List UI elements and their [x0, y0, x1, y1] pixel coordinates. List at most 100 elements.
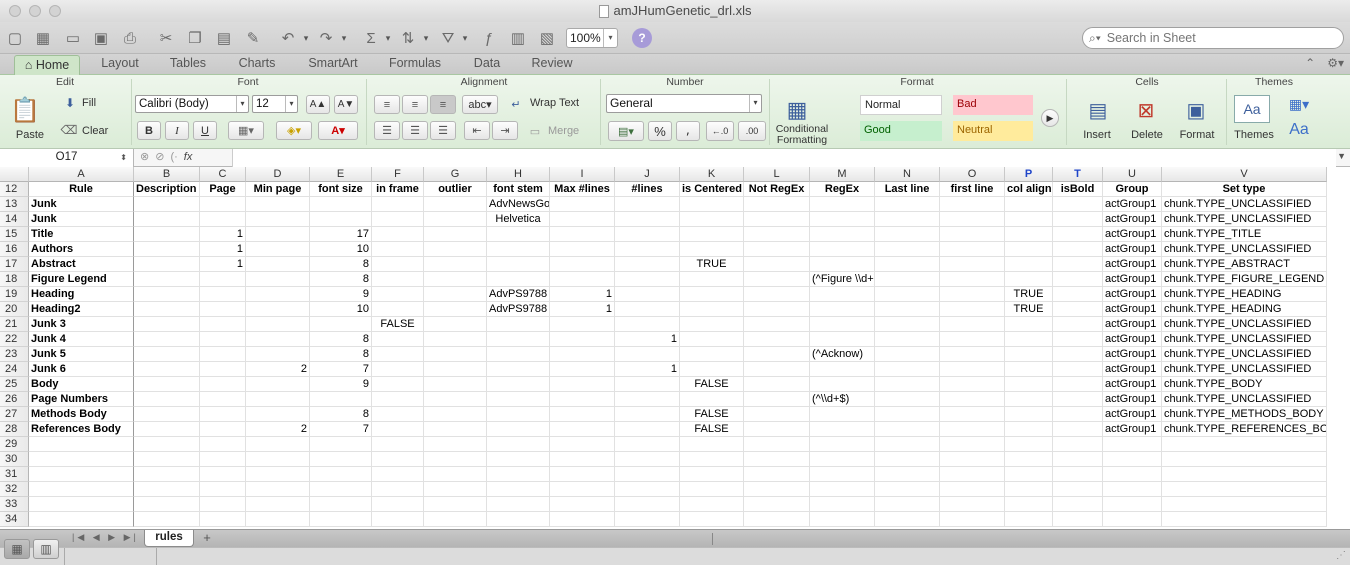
- table-cell[interactable]: [487, 317, 550, 332]
- table-cell[interactable]: [200, 302, 246, 317]
- table-cell[interactable]: [1005, 497, 1053, 512]
- table-cell[interactable]: FALSE: [680, 377, 744, 392]
- table-cell[interactable]: Title: [29, 227, 134, 242]
- table-cell[interactable]: [810, 512, 875, 527]
- table-cell[interactable]: [1053, 257, 1103, 272]
- table-cell[interactable]: [1005, 377, 1053, 392]
- table-cell[interactable]: [1162, 437, 1327, 452]
- table-cell[interactable]: [310, 452, 372, 467]
- table-cell[interactable]: [424, 272, 487, 287]
- gallery-icon[interactable]: ▥: [507, 27, 529, 49]
- ribbon-settings-icon[interactable]: ⚙▾: [1327, 56, 1344, 70]
- table-cell[interactable]: [1162, 482, 1327, 497]
- resize-grip-icon[interactable]: ⋰: [1336, 550, 1346, 561]
- table-cell[interactable]: [1053, 497, 1103, 512]
- table-cell[interactable]: [744, 287, 810, 302]
- table-cell[interactable]: [875, 377, 940, 392]
- zoom-select[interactable]: 100% ▾: [566, 28, 618, 48]
- table-cell[interactable]: [372, 257, 424, 272]
- table-cell[interactable]: [615, 212, 680, 227]
- table-cell[interactable]: [550, 332, 615, 347]
- table-cell[interactable]: chunk.TYPE_TITLE: [1162, 227, 1327, 242]
- cut-icon[interactable]: ✂: [155, 27, 177, 49]
- insert-button[interactable]: Insert: [1074, 129, 1120, 141]
- table-cell[interactable]: [1005, 437, 1053, 452]
- table-cell[interactable]: (^Acknow): [810, 347, 875, 362]
- table-cell[interactable]: FALSE: [372, 317, 424, 332]
- table-cell[interactable]: [424, 437, 487, 452]
- table-cell[interactable]: [200, 197, 246, 212]
- table-cell[interactable]: (^Figure \\d+): [810, 272, 875, 287]
- table-cell[interactable]: chunk.TYPE_HEADING: [1162, 287, 1327, 302]
- table-cell[interactable]: [424, 497, 487, 512]
- row-header-16[interactable]: 16: [0, 242, 29, 257]
- table-cell[interactable]: [1053, 362, 1103, 377]
- table-cell[interactable]: 1: [615, 362, 680, 377]
- table-cell[interactable]: [200, 422, 246, 437]
- table-cell[interactable]: 9: [310, 287, 372, 302]
- table-cell[interactable]: [246, 227, 310, 242]
- table-cell[interactable]: [1103, 512, 1162, 527]
- table-cell[interactable]: [744, 422, 810, 437]
- table-cell[interactable]: [680, 317, 744, 332]
- table-cell[interactable]: [1053, 377, 1103, 392]
- table-cell[interactable]: [1053, 347, 1103, 362]
- table-cell[interactable]: 8: [310, 272, 372, 287]
- header-cell[interactable]: Description of: [134, 182, 200, 197]
- table-cell[interactable]: [246, 257, 310, 272]
- row-header-28[interactable]: 28: [0, 422, 29, 437]
- table-cell[interactable]: chunk.TYPE_ABSTRACT: [1162, 257, 1327, 272]
- table-cell[interactable]: 8: [310, 347, 372, 362]
- theme-colors-icon[interactable]: ▦▾: [1284, 95, 1314, 113]
- tab-layout[interactable]: Layout: [92, 54, 148, 75]
- select-all-corner[interactable]: [0, 167, 29, 182]
- table-cell[interactable]: [550, 437, 615, 452]
- table-cell[interactable]: [940, 242, 1005, 257]
- table-cell[interactable]: [810, 302, 875, 317]
- table-cell[interactable]: [200, 287, 246, 302]
- templates-icon[interactable]: ▦: [32, 27, 54, 49]
- table-cell[interactable]: [200, 347, 246, 362]
- horizontal-scrollbar-divider[interactable]: [712, 533, 713, 545]
- table-cell[interactable]: [744, 302, 810, 317]
- table-cell[interactable]: actGroup1: [1103, 302, 1162, 317]
- table-cell[interactable]: [875, 272, 940, 287]
- table-cell[interactable]: [550, 227, 615, 242]
- table-cell[interactable]: [940, 317, 1005, 332]
- table-cell[interactable]: [1053, 512, 1103, 527]
- table-cell[interactable]: [134, 287, 200, 302]
- table-cell[interactable]: [940, 437, 1005, 452]
- merge-button[interactable]: Merge: [548, 125, 594, 137]
- header-cell[interactable]: in frame: [372, 182, 424, 197]
- table-cell[interactable]: [310, 482, 372, 497]
- table-cell[interactable]: [680, 212, 744, 227]
- table-cell[interactable]: [550, 212, 615, 227]
- table-cell[interactable]: Body: [29, 377, 134, 392]
- column-header-K[interactable]: K: [680, 167, 744, 182]
- print-icon[interactable]: ⎙: [119, 27, 141, 49]
- table-cell[interactable]: [134, 437, 200, 452]
- styles-next-icon[interactable]: ▶: [1041, 109, 1059, 127]
- table-cell[interactable]: [424, 302, 487, 317]
- sheet-nav-arrows-icon[interactable]: |◀ ◀ ▶ ▶|: [72, 532, 139, 543]
- table-cell[interactable]: [615, 242, 680, 257]
- table-cell[interactable]: [744, 467, 810, 482]
- table-cell[interactable]: [310, 212, 372, 227]
- table-cell[interactable]: [372, 422, 424, 437]
- currency-button[interactable]: ▤▾: [608, 121, 644, 141]
- table-cell[interactable]: [424, 392, 487, 407]
- table-cell[interactable]: [424, 332, 487, 347]
- table-cell[interactable]: [200, 407, 246, 422]
- accept-formula-icon[interactable]: ⊘: [155, 150, 164, 163]
- sort-dropdown-icon[interactable]: ▾: [421, 27, 431, 49]
- sheet-tab-rules[interactable]: rules: [144, 530, 194, 547]
- table-cell[interactable]: [1053, 272, 1103, 287]
- table-cell[interactable]: [29, 452, 134, 467]
- table-cell[interactable]: actGroup1: [1103, 377, 1162, 392]
- table-cell[interactable]: [372, 332, 424, 347]
- table-cell[interactable]: [680, 482, 744, 497]
- tab-review[interactable]: Review: [524, 54, 580, 75]
- table-cell[interactable]: [1053, 212, 1103, 227]
- row-header-12[interactable]: 12: [0, 182, 29, 197]
- table-cell[interactable]: [487, 257, 550, 272]
